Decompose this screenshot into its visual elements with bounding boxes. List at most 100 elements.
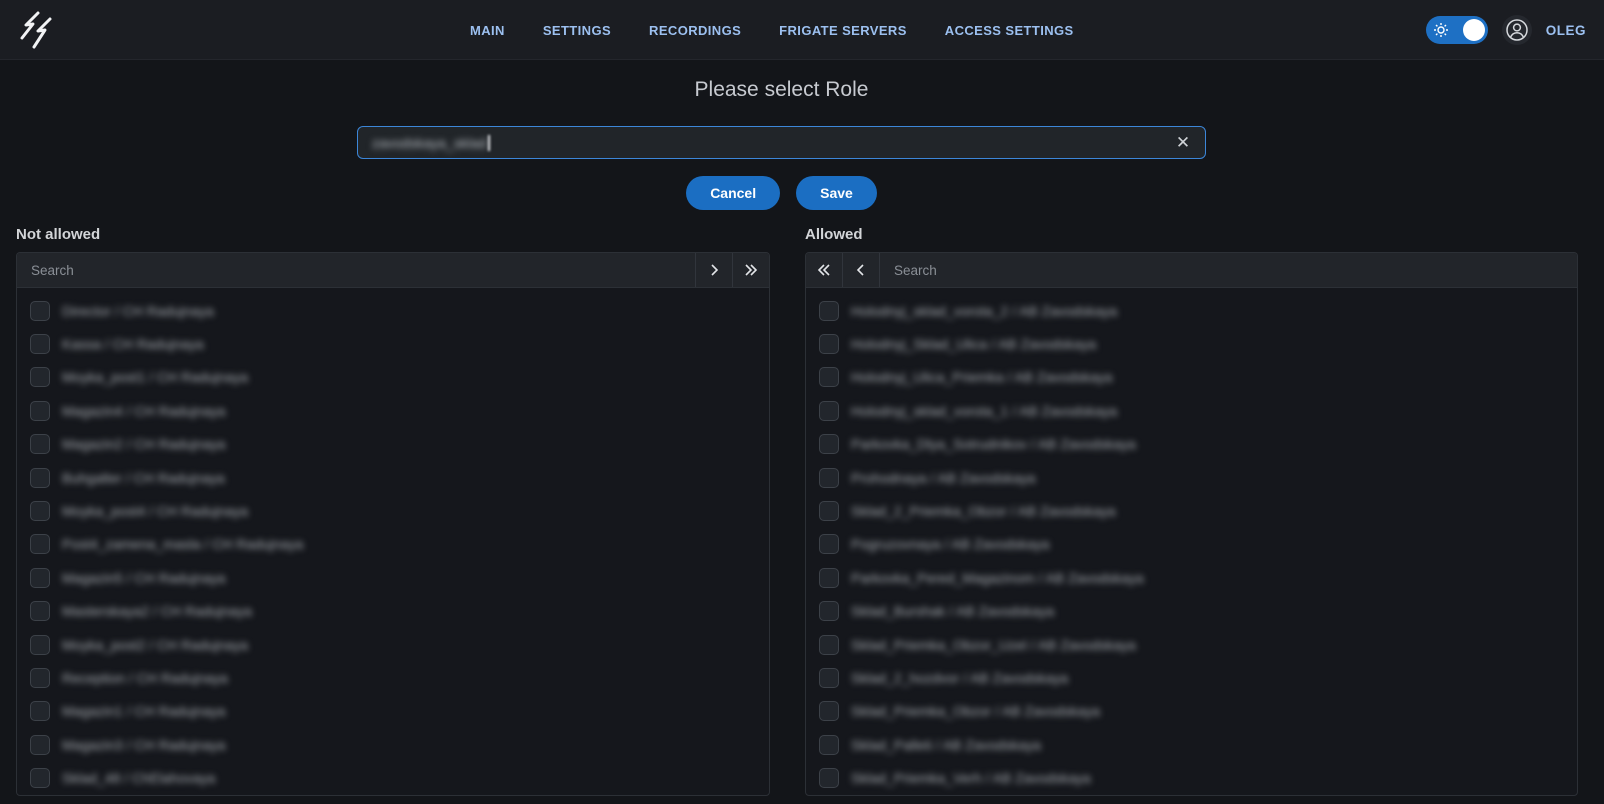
list-item[interactable]: Sklad_48 / ChElahovaya [17, 761, 769, 794]
move-all-left-button[interactable] [806, 253, 843, 287]
list-item[interactable]: Magazin4 / CH Radujnaya [17, 394, 769, 427]
item-checkbox[interactable] [819, 668, 839, 688]
role-input[interactable]: zavodskaya_sklad ✕ [357, 126, 1206, 159]
item-checkbox[interactable] [819, 367, 839, 387]
list-item[interactable]: Magazin3 / CH Radujnaya [17, 728, 769, 761]
item-checkbox[interactable] [30, 501, 50, 521]
list-item[interactable]: Holodnyj_sklad_vorota_1 / AB Zavodskaya [806, 394, 1577, 427]
item-checkbox[interactable] [819, 501, 839, 521]
item-checkbox[interactable] [819, 334, 839, 354]
form-actions: Cancel Save [357, 176, 1206, 210]
item-checkbox[interactable] [819, 568, 839, 588]
item-label: Parkovka_Pered_Magazinom / AB Zavodskaya [851, 570, 1144, 586]
list-item[interactable]: Post4_zamena_masla / CH Radujnaya [17, 528, 769, 561]
nav-item-recordings[interactable]: RECORDINGS [649, 23, 741, 38]
item-label: Pogruzovnaya / AB Zavodskaya [851, 536, 1049, 552]
toggle-knob [1463, 19, 1485, 41]
item-checkbox[interactable] [819, 468, 839, 488]
list-item[interactable]: Moyka_post1 / CH Radujnaya [17, 361, 769, 394]
list-item[interactable]: Sklad_Priemka_Verh / AB Zavodskaya [806, 761, 1577, 794]
item-checkbox[interactable] [30, 534, 50, 554]
clear-input-button[interactable]: ✕ [1169, 127, 1197, 158]
move-selected-right-button[interactable] [695, 253, 732, 287]
item-checkbox[interactable] [819, 735, 839, 755]
list-item[interactable]: Magazin2 / CH Radujnaya [17, 428, 769, 461]
list-item[interactable]: Sklad_Burshak / AB Zavodskaya [806, 595, 1577, 628]
item-checkbox[interactable] [819, 768, 839, 788]
item-checkbox[interactable] [819, 635, 839, 655]
item-checkbox[interactable] [30, 367, 50, 387]
move-selected-left-button[interactable] [843, 253, 880, 287]
item-checkbox[interactable] [819, 701, 839, 721]
item-label: Sklad_48 / ChElahovaya [62, 770, 215, 786]
page-title: Please select Role [357, 78, 1206, 102]
item-checkbox[interactable] [30, 434, 50, 454]
nav-item-frigate-servers[interactable]: FRIGATE SERVERS [779, 23, 907, 38]
item-checkbox[interactable] [30, 668, 50, 688]
list-item[interactable]: Sklad_2_hozdvor / AB Zavodskaya [806, 661, 1577, 694]
item-label: Magazin3 / CH Radujnaya [62, 737, 225, 753]
list-item[interactable]: Moyka_post2 / CH Radujnaya [17, 628, 769, 661]
list-item[interactable]: Parkovka_Pered_Magazinom / AB Zavodskaya [806, 561, 1577, 594]
list-item[interactable]: Holodnyj_Ulica_Priemka / AB Zavodskaya [806, 361, 1577, 394]
theme-toggle[interactable] [1426, 16, 1488, 44]
list-item[interactable]: Pogruzovnaya / AB Zavodskaya [806, 528, 1577, 561]
allowed-search-input[interactable] [880, 253, 1577, 287]
item-checkbox[interactable] [819, 601, 839, 621]
list-item[interactable]: Masterskaya2 / CH Radujnaya [17, 595, 769, 628]
not-allowed-title: Not allowed [16, 226, 770, 243]
list-item[interactable]: Reception / CH Radujnaya [17, 661, 769, 694]
not-allowed-toolbar [17, 253, 769, 288]
list-item[interactable]: Buhgalter / CH Radujnaya [17, 461, 769, 494]
list-item[interactable]: Sklad_2_Priemka_Obzor / AB Zavodskaya [806, 494, 1577, 527]
chevron-right-icon [707, 263, 721, 277]
item-label: Sklad_Palleti / AB Zavodskaya [851, 737, 1041, 753]
item-checkbox[interactable] [30, 701, 50, 721]
list-item[interactable]: Sklad_Priemka_Obzor / AB Zavodskaya [806, 695, 1577, 728]
frigate-logo-icon[interactable] [14, 9, 56, 51]
username[interactable]: OLEG [1546, 23, 1586, 38]
item-label: Prohodnaya / AB Zavodskaya [851, 470, 1035, 486]
list-item[interactable]: Holodnyj_sklad_vorota_2 / AB Zavodskaya [806, 294, 1577, 327]
list-item[interactable]: Prohodnaya / AB Zavodskaya [806, 461, 1577, 494]
nav-item-access-settings[interactable]: ACCESS SETTINGS [945, 23, 1074, 38]
item-checkbox[interactable] [30, 635, 50, 655]
chevron-left-icon [854, 263, 868, 277]
item-checkbox[interactable] [30, 601, 50, 621]
list-item[interactable]: Parkovka_Dlya_Sotrudnikov / AB Zavodskay… [806, 428, 1577, 461]
cancel-button[interactable]: Cancel [686, 176, 780, 210]
double-chevron-right-icon [743, 263, 759, 277]
list-item[interactable]: Sklad_Priemka_Obzor_Uzel / AB Zavodskaya [806, 628, 1577, 661]
item-label: Reception / CH Radujnaya [62, 670, 228, 686]
item-checkbox[interactable] [30, 768, 50, 788]
item-checkbox[interactable] [819, 434, 839, 454]
allowed-title: Allowed [805, 226, 1578, 243]
item-checkbox[interactable] [819, 534, 839, 554]
list-item[interactable]: Director / CH Radujnaya [17, 294, 769, 327]
list-item[interactable]: Magazin1 / CH Radujnaya [17, 695, 769, 728]
nav-item-main[interactable]: MAIN [470, 23, 505, 38]
list-item[interactable]: Magazin5 / CH Radujnaya [17, 561, 769, 594]
not-allowed-search-input[interactable] [17, 253, 695, 287]
item-checkbox[interactable] [30, 468, 50, 488]
item-label: Magazin2 / CH Radujnaya [62, 436, 225, 452]
allowed-list: Holodnyj_sklad_vorota_2 / AB Zavodskaya … [806, 288, 1577, 795]
item-checkbox[interactable] [30, 735, 50, 755]
list-item[interactable]: Holodnyj_Sklad_Ulica / AB Zavodskaya [806, 327, 1577, 360]
list-item[interactable]: Moyka_post4 / CH Radujnaya [17, 494, 769, 527]
list-item[interactable]: Sklad_Palleti / AB Zavodskaya [806, 728, 1577, 761]
not-allowed-panel: Not allowed Director / CH Radujnaya Kass… [16, 226, 770, 796]
item-checkbox[interactable] [30, 301, 50, 321]
item-checkbox[interactable] [819, 301, 839, 321]
item-label: Magazin4 / CH Radujnaya [62, 403, 225, 419]
move-all-right-button[interactable] [732, 253, 769, 287]
item-checkbox[interactable] [30, 401, 50, 421]
item-checkbox[interactable] [30, 568, 50, 588]
user-avatar-icon[interactable] [1502, 15, 1532, 45]
list-item[interactable]: Kassa / CH Radujnaya [17, 327, 769, 360]
nav-item-settings[interactable]: SETTINGS [543, 23, 611, 38]
item-checkbox[interactable] [819, 401, 839, 421]
save-button[interactable]: Save [796, 176, 877, 210]
item-label: Moyka_post4 / CH Radujnaya [62, 503, 248, 519]
item-checkbox[interactable] [30, 334, 50, 354]
